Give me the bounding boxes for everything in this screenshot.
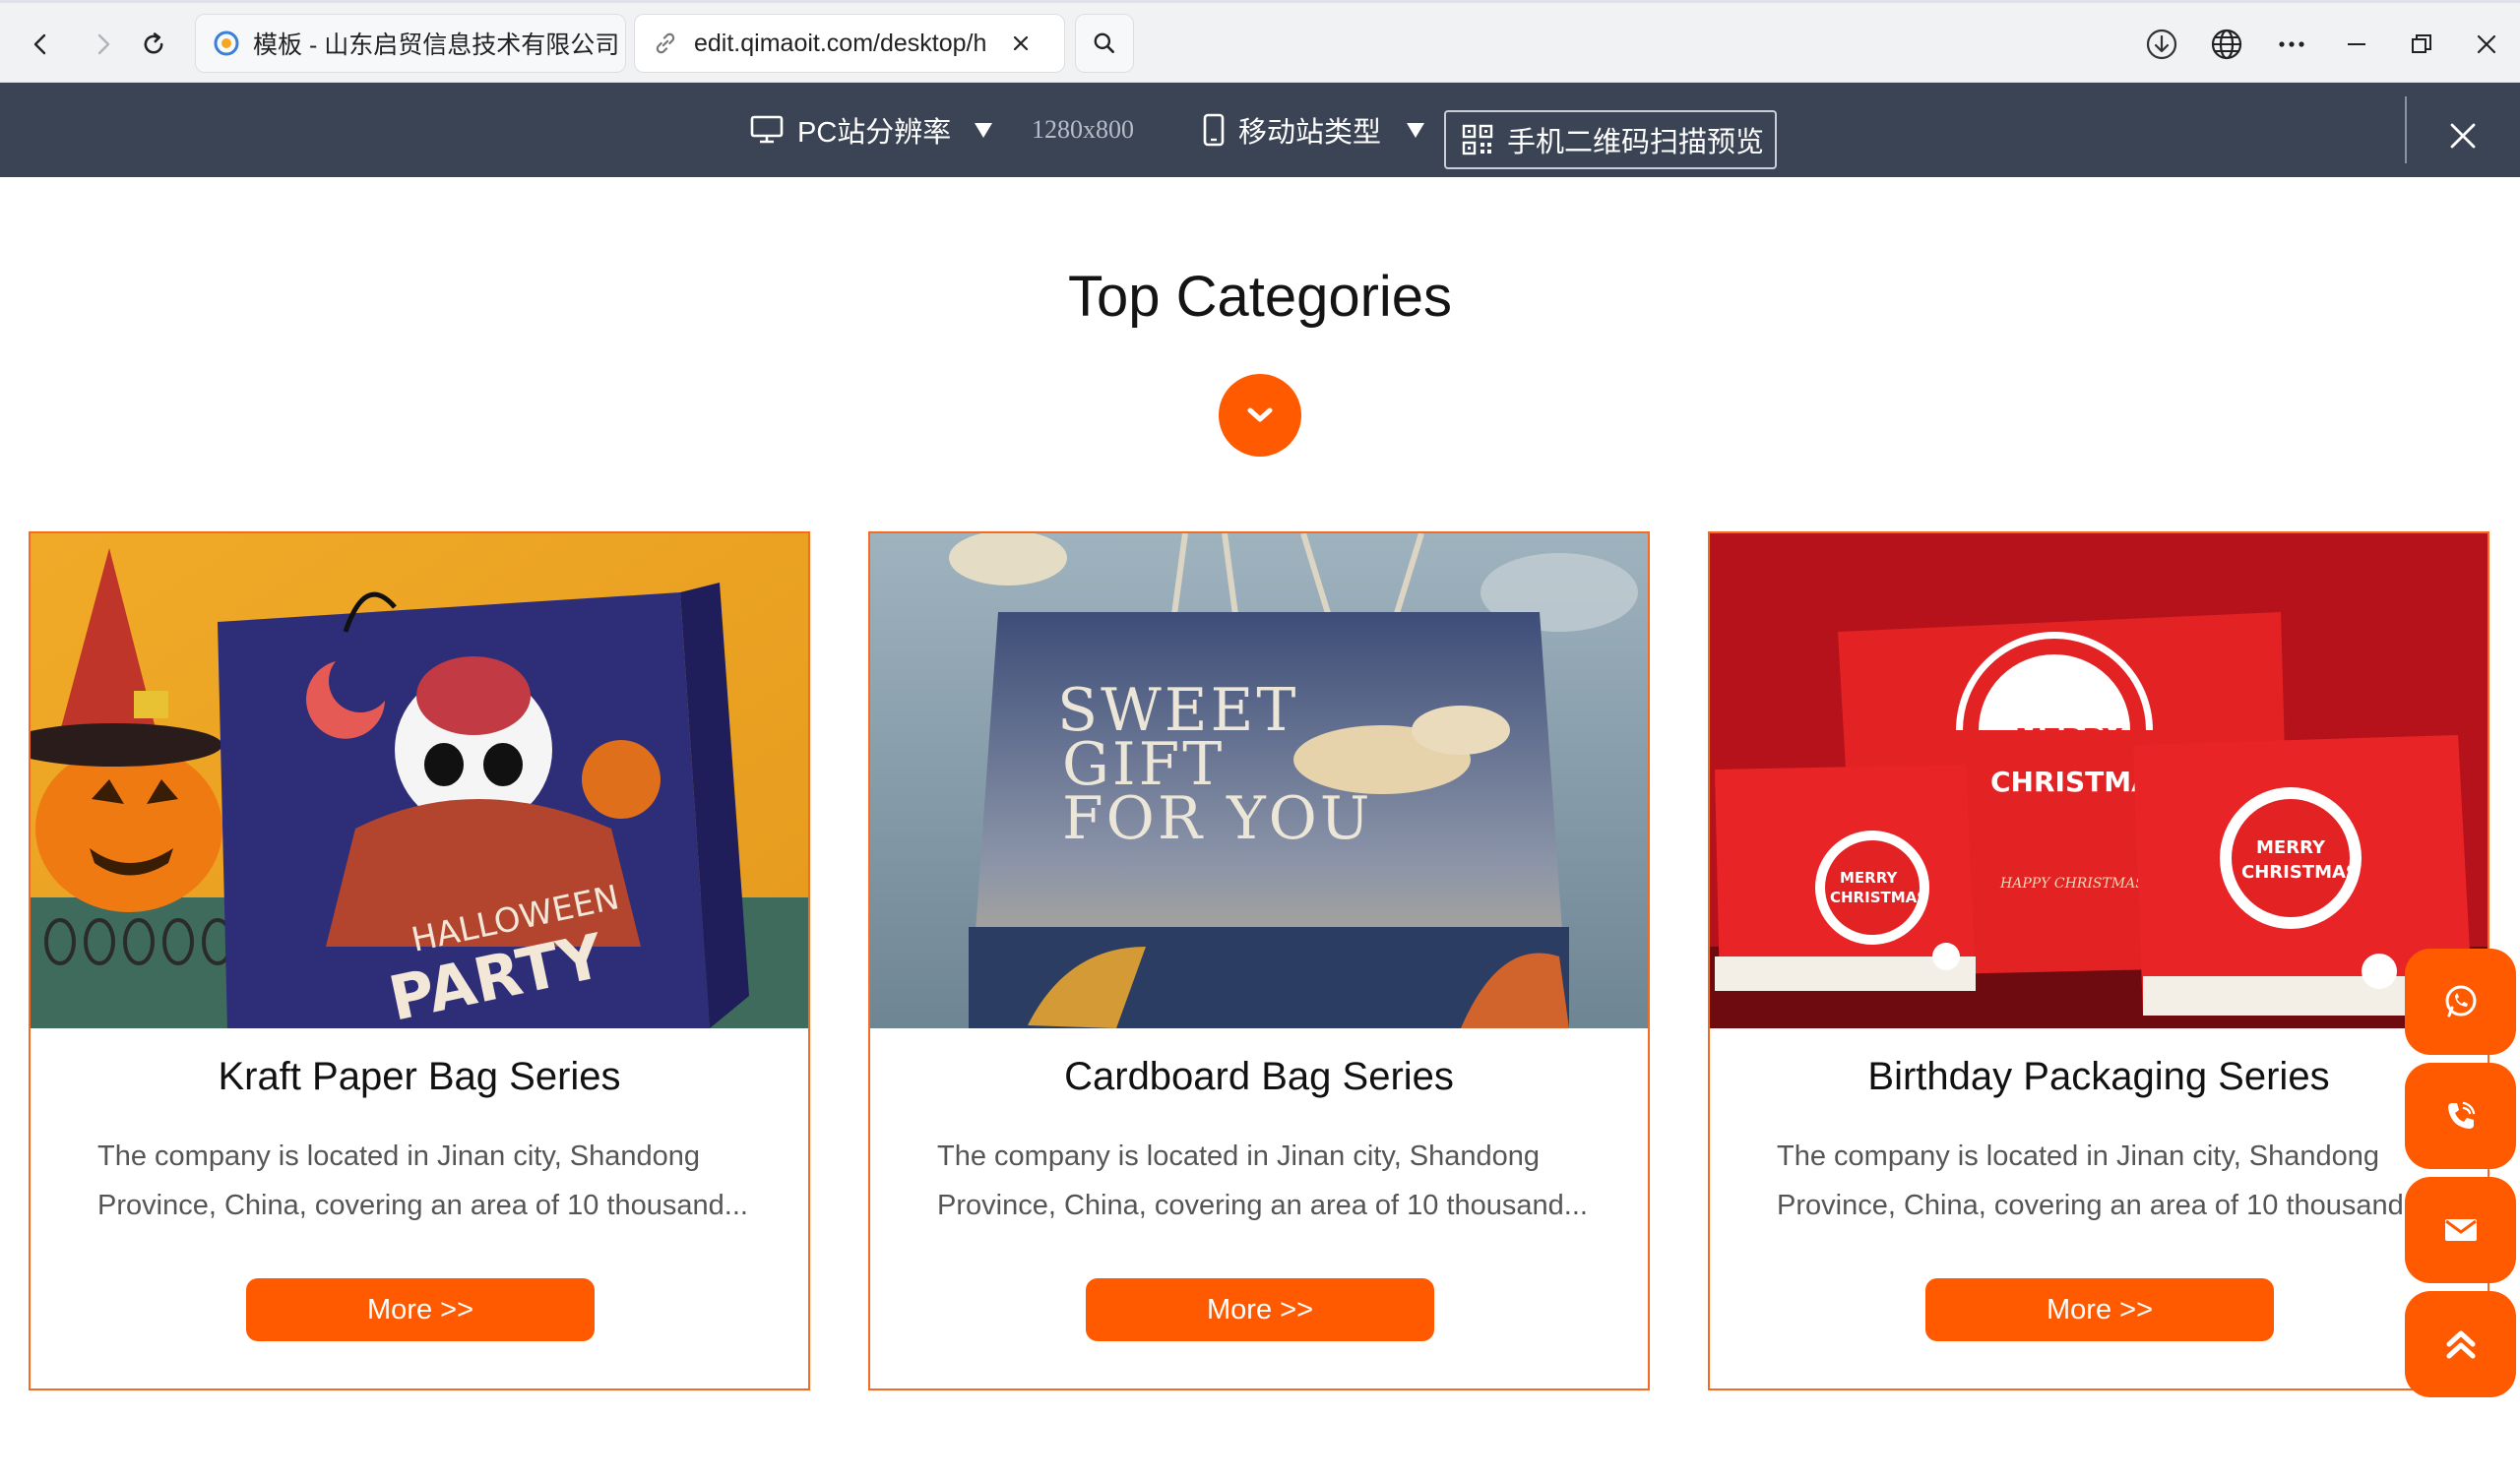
mobile-type-select[interactable]: 移动站类型 [1203,83,1426,177]
merry-bag-text: MERRY [2015,722,2123,755]
section-title: Top Categories [1067,265,1453,329]
merry-large-bag-text: MERRY [2256,837,2326,858]
site-favicon-icon [214,31,239,56]
merry-small-bag-text: MERRY [1840,869,1898,887]
christmas-bags-image: MERRY CHRISTMA HAPPY CHRISTMAS MERRY CHR… [1710,533,2488,1028]
pc-resolution-label: PC站分辨率 [797,117,952,149]
qr-preview-button[interactable]: 手机二维码扫描预览 [1444,110,1777,169]
qr-code-icon [1462,124,1493,155]
card-image-christmas[interactable]: MERRY CHRISTMA HAPPY CHRISTMAS MERRY CHR… [1710,533,2488,1028]
close-window-button[interactable] [2465,23,2508,66]
card-image-cardboard[interactable]: SWEET GIFT FOR YOU [870,533,1648,1028]
more-menu-button[interactable] [2270,23,2313,66]
more-icon [2279,41,2304,47]
mobile-phone-icon [1203,113,1225,147]
dropdown-triangle-icon [975,123,993,138]
tab-template[interactable]: 模板 - 山东启贸信息技术有限公司 [195,14,626,73]
search-icon [1094,32,1114,53]
back-to-top-button[interactable] [2405,1291,2516,1397]
forward-icon [97,33,110,55]
download-button[interactable] [2140,23,2183,66]
whatsapp-button[interactable] [2405,949,2516,1055]
tab-close-icon[interactable] [1011,33,1031,53]
globe-icon [2211,29,2242,60]
mobile-type-label: 移动站类型 [1238,117,1382,149]
mail-button[interactable] [2405,1177,2516,1283]
halloween-party-bag-image: HALLOWEEN PARTY [31,533,808,1028]
tab-title: edit.qimaoit.com/desktop/h [694,29,987,57]
more-button[interactable]: More >> [246,1278,595,1341]
back-button[interactable] [22,25,61,64]
close-preview-button[interactable] [2437,110,2488,161]
card-title[interactable]: Birthday Packaging Series [1710,1055,2488,1099]
for-you-bag-text: FOR YOU [1062,784,1372,853]
phone-button[interactable] [2405,1063,2516,1169]
resolution-value: 1280x800 [1032,115,1134,144]
category-card[interactable]: SWEET GIFT FOR YOU Cardboard Bag Series … [868,531,1650,1390]
close-icon [2477,34,2496,54]
restore-button[interactable] [2400,23,2443,66]
minimize-icon [2348,43,2365,45]
dropdown-triangle-icon [1407,123,1425,138]
link-icon [656,32,675,54]
christmas-small-bag-text: CHRISTMAS [1830,889,1927,906]
card-description: The company is located in Jinan city, Sh… [1777,1141,2427,1221]
search-button[interactable] [1075,14,1134,73]
reload-button[interactable] [134,25,173,64]
browser-toolbar: 模板 - 山东启贸信息技术有限公司 edit.qimaoit.com/deskt… [0,0,2520,83]
card-title[interactable]: Cardboard Bag Series [870,1055,1648,1099]
back-icon [33,33,46,55]
preview-toolbar: PC站分辨率 1280x800 移动站类型 手机二维码扫描预览 [0,83,2520,177]
monitor-icon [750,115,784,144]
christmas-large-bag-text: CHRISTMAS [2241,862,2359,883]
close-icon [2450,123,2476,149]
mail-icon [2444,1219,2477,1241]
minimize-button[interactable] [2335,23,2378,66]
more-button[interactable]: More >> [1086,1278,1434,1341]
whatsapp-icon [2445,985,2476,1018]
pc-resolution-select[interactable]: PC站分辨率 [750,83,994,177]
card-description: The company is located in Jinan city, Sh… [937,1141,1588,1221]
more-button[interactable]: More >> [1925,1278,2274,1341]
category-card[interactable]: MERRY CHRISTMA HAPPY CHRISTMAS MERRY CHR… [1708,531,2489,1390]
download-icon [2146,29,2177,60]
scroll-down-button[interactable] [1219,374,1301,457]
chevron-down-icon [1247,407,1273,422]
tab-title: 模板 - 山东启贸信息技术有限公司 [253,31,620,59]
christmas-bag-text: CHRISTMA [1990,766,2153,798]
forward-button[interactable] [83,25,122,64]
happy-christmas-bag-text: HAPPY CHRISTMAS [1999,876,2145,892]
back-to-top-icon [2446,1330,2475,1359]
card-image-halloween[interactable]: HALLOWEEN PARTY [31,533,808,1028]
restore-icon [2412,34,2431,53]
card-title[interactable]: Kraft Paper Bag Series [31,1055,808,1099]
sweet-gift-bag-image: SWEET GIFT FOR YOU [870,533,1648,1028]
reload-icon [144,32,163,54]
translate-button[interactable] [2205,23,2248,66]
tab-edit-preview[interactable]: edit.qimaoit.com/desktop/h [634,14,1065,73]
toolbar-divider [2405,96,2407,163]
card-description: The company is located in Jinan city, Sh… [97,1141,748,1221]
category-card[interactable]: HALLOWEEN PARTY Kraft Paper Bag Series T… [29,531,810,1390]
qr-preview-label: 手机二维码扫描预览 [1507,127,1765,158]
phone-icon [2447,1101,2475,1129]
